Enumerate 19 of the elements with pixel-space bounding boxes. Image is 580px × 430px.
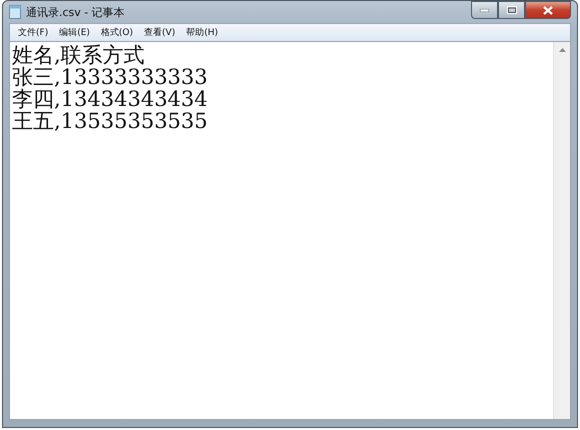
minimize-icon xyxy=(480,8,489,12)
notepad-icon xyxy=(9,5,21,19)
vertical-scrollbar[interactable] xyxy=(553,42,570,419)
menu-item[interactable]: 文件(F) xyxy=(18,26,48,39)
maximize-icon xyxy=(506,6,516,14)
menu-item[interactable]: 帮助(H) xyxy=(186,26,218,39)
menu-item[interactable]: 格式(O) xyxy=(100,26,134,39)
menu-item[interactable]: 查看(V) xyxy=(144,26,176,39)
text-line: 王五,13535353535 xyxy=(12,110,209,132)
text-line: 李四,13434343434 xyxy=(12,88,209,110)
scroll-up-icon xyxy=(558,48,566,52)
close-button[interactable] xyxy=(525,1,571,19)
close-icon xyxy=(543,6,553,14)
text-line: 张三,13333333333 xyxy=(12,66,209,88)
menu-item[interactable]: 编辑(E) xyxy=(59,26,90,39)
minimize-button[interactable] xyxy=(471,1,498,19)
window-title: 通讯录.csv - 记事本 xyxy=(26,4,125,20)
maximize-button[interactable] xyxy=(498,1,525,19)
text-line: 姓名,联系方式 xyxy=(12,44,146,66)
